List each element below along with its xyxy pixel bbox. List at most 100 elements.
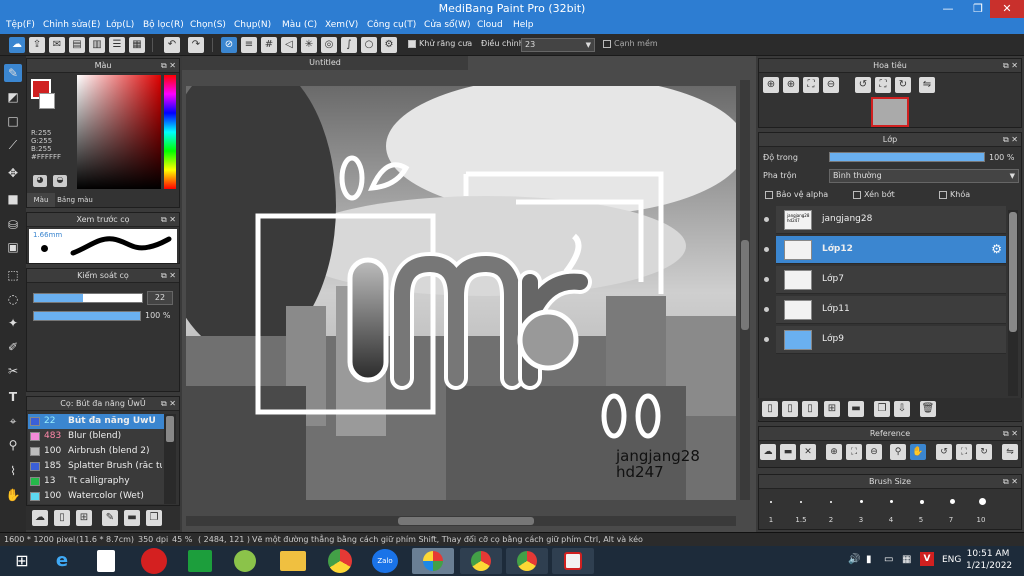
circle-snap-icon[interactable]: ○ xyxy=(361,37,377,53)
rectangle-icon[interactable]: □ xyxy=(4,112,22,130)
opera-icon[interactable] xyxy=(141,548,167,574)
eye-icon[interactable] xyxy=(764,337,769,342)
dropper-icon[interactable]: ⌇ xyxy=(4,462,22,480)
eye-icon[interactable] xyxy=(764,217,769,222)
menu-capture[interactable]: Chụp(N) xyxy=(234,20,271,30)
menu-filter[interactable]: Bộ lọc(R) xyxy=(143,20,184,30)
zoom-in-icon[interactable]: ⊕ xyxy=(826,444,842,460)
close-icon[interactable]: ⧉ ✕ xyxy=(161,213,176,227)
volume-icon[interactable]: 🔊 xyxy=(848,554,860,565)
close-button[interactable]: ✕ xyxy=(990,0,1024,18)
rotate-right-icon[interactable]: ↻ xyxy=(895,77,911,93)
cloud-icon[interactable]: ☁ xyxy=(760,444,776,460)
eraser-icon[interactable]: ◩ xyxy=(4,88,22,106)
fill-rect-icon[interactable]: ■ xyxy=(4,190,22,208)
brush-item[interactable]: 100 Airbrush (blend 2) xyxy=(28,444,164,459)
add-layer-icon[interactable]: ⊞ xyxy=(824,401,840,417)
size-value[interactable]: 22 xyxy=(147,291,173,305)
layer-row[interactable]: Lớp11 xyxy=(764,296,1006,324)
brush-size-option[interactable]: 10 xyxy=(968,516,994,524)
folder-icon[interactable] xyxy=(280,551,306,571)
curve-snap-icon[interactable]: ∫ xyxy=(341,37,357,53)
background-color-swatch[interactable] xyxy=(39,93,55,109)
brush-icon[interactable]: ✎ xyxy=(4,64,22,82)
copy-icon[interactable]: ❐ xyxy=(146,510,162,526)
new-brush-icon[interactable]: ▯ xyxy=(54,510,70,526)
protect-alpha-checkbox[interactable]: Bảo vệ alpha xyxy=(765,190,828,199)
cloud-brush-icon[interactable]: ☁ xyxy=(32,510,48,526)
no-snap-icon[interactable]: ⊘ xyxy=(221,37,237,53)
menu-tools[interactable]: Công cụ(T) xyxy=(367,20,416,30)
brush-size-option[interactable]: 1 xyxy=(758,516,784,524)
eyedropper-icon[interactable]: ⚲ xyxy=(890,444,906,460)
vietnamese-input-icon[interactable]: V xyxy=(920,552,934,566)
brush-size-option[interactable]: 1.5 xyxy=(788,516,814,524)
spreadsheet-icon[interactable] xyxy=(188,550,212,572)
grid-icon[interactable]: ▦ xyxy=(129,37,145,53)
close-icon[interactable]: ⧉ ✕ xyxy=(161,397,176,411)
zoom-out-icon[interactable]: ⊖ xyxy=(823,77,839,93)
grid-snap-icon[interactable]: # xyxy=(261,37,277,53)
medibang-taskbar-button[interactable] xyxy=(412,548,454,574)
brush-size-option[interactable]: 4 xyxy=(878,516,904,524)
zoom-out-icon[interactable]: ⊖ xyxy=(866,444,882,460)
bucket-icon[interactable]: ⛁ xyxy=(4,216,22,234)
zalo-icon[interactable]: Zalo xyxy=(372,549,398,573)
minimize-button[interactable]: — xyxy=(934,0,962,18)
soft-edge-checkbox[interactable]: Cạnh mềm xyxy=(603,39,658,48)
brush-size-option[interactable]: 3 xyxy=(848,516,874,524)
network-icon[interactable]: ▮ xyxy=(866,554,872,565)
eye-icon[interactable] xyxy=(764,307,769,312)
eye-icon[interactable] xyxy=(764,247,769,252)
close-icon[interactable]: ⧉ ✕ xyxy=(161,269,176,283)
windows-start-icon[interactable]: ⊞ xyxy=(6,548,38,574)
close-icon[interactable]: ⧉ ✕ xyxy=(1003,427,1018,441)
layer-row[interactable]: Lớp7 xyxy=(764,266,1006,294)
palette-icon[interactable]: ◒ xyxy=(53,175,67,187)
lock-checkbox[interactable]: Khóa xyxy=(939,190,970,199)
actual-size-icon[interactable]: ⛶ xyxy=(875,77,891,93)
brush-size-option[interactable]: 7 xyxy=(938,516,964,524)
undo-icon[interactable]: ↶ xyxy=(164,37,180,53)
brush-size-option[interactable]: 2 xyxy=(818,516,844,524)
share-icon[interactable]: ⇪ xyxy=(29,37,45,53)
flip-icon[interactable]: ⇋ xyxy=(919,77,935,93)
hand-icon[interactable]: ✋ xyxy=(910,444,926,460)
menu-cloud[interactable]: Cloud xyxy=(477,20,503,30)
chat-icon[interactable]: ✉ xyxy=(49,37,65,53)
hue-slider[interactable] xyxy=(164,75,176,189)
folder-icon[interactable]: ▬ xyxy=(124,510,140,526)
perspective-snap-icon[interactable]: ◁ xyxy=(281,37,297,53)
rotate-left-icon[interactable]: ↺ xyxy=(936,444,952,460)
new-layer-icon[interactable]: ▯ xyxy=(802,401,818,417)
chrome-icon[interactable] xyxy=(328,549,352,573)
eyedropper-icon[interactable]: ⚲ xyxy=(4,436,22,454)
line-icon[interactable]: ⟋ xyxy=(4,136,22,154)
zoom-in-icon[interactable]: ⊕ xyxy=(763,77,779,93)
hand-icon[interactable]: ✋ xyxy=(4,486,22,504)
eye-icon[interactable] xyxy=(764,277,769,282)
app-taskbar-button[interactable] xyxy=(552,548,594,574)
flip-icon[interactable]: ⇋ xyxy=(1002,444,1018,460)
canvas-horizontal-scrollbar[interactable] xyxy=(186,516,736,526)
scrollbar-thumb[interactable] xyxy=(741,240,749,330)
close-icon[interactable]: ⧉ ✕ xyxy=(1003,59,1018,73)
brush-item[interactable]: 185 Splatter Brush (rắc tuyết) xyxy=(28,459,164,474)
blend-select[interactable]: Bình thường ▼ xyxy=(829,169,1019,183)
gradient-icon[interactable]: ▣ xyxy=(4,238,22,256)
trash-icon[interactable]: 🗑 xyxy=(920,401,936,417)
clock[interactable]: 10:51 AM 1/21/2022 xyxy=(966,548,1012,572)
internet-explorer-icon[interactable]: e xyxy=(46,548,78,574)
adjust-select[interactable]: 23 ▼ xyxy=(521,38,595,52)
maximize-button[interactable]: ❐ xyxy=(964,0,992,18)
select-pen-icon[interactable]: ✐ xyxy=(4,338,22,356)
brush-item[interactable]: 13 Tt calligraphy xyxy=(28,474,164,489)
menu-edit[interactable]: Chỉnh sửa(E) xyxy=(43,20,100,30)
language-indicator[interactable]: ENG xyxy=(942,555,961,565)
page-icon[interactable]: ▥ xyxy=(89,37,105,53)
menu-view[interactable]: Xem(V) xyxy=(325,20,358,30)
radial-snap-icon[interactable]: ✳ xyxy=(301,37,317,53)
menu-color[interactable]: Màu (C) xyxy=(282,20,317,30)
clipping-checkbox[interactable]: Xén bớt xyxy=(853,190,895,199)
rotate-right-icon[interactable]: ↻ xyxy=(976,444,992,460)
